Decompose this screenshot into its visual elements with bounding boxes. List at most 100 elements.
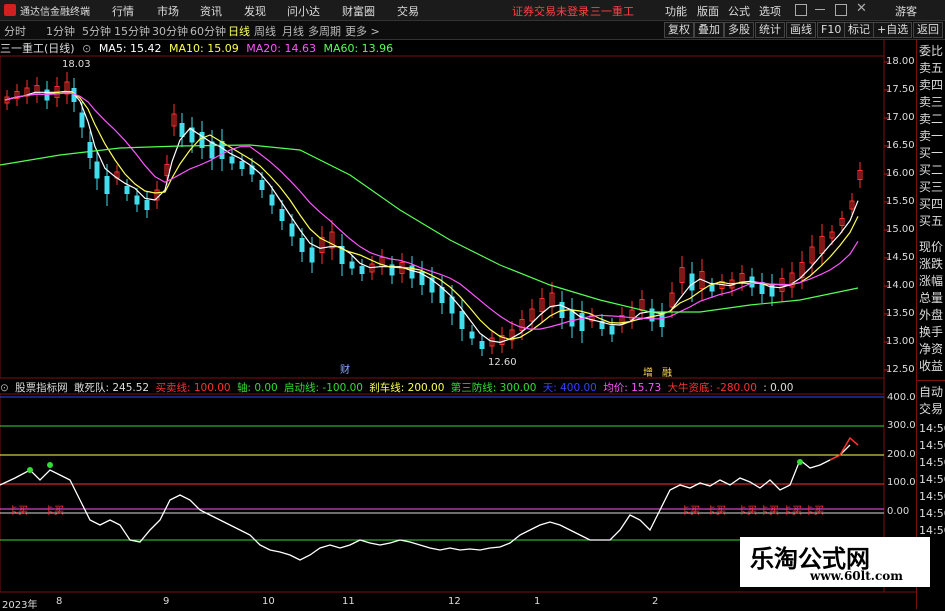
- y-tick-main: 13.00: [886, 336, 915, 347]
- y-tick-main: 13.50: [886, 308, 915, 319]
- ind-item: 启动线: -100.00: [284, 382, 363, 394]
- panel-label: 买一: [919, 146, 944, 160]
- y-tick-main: 16.00: [886, 168, 915, 179]
- panel-trade[interactable]: 交易: [919, 401, 945, 418]
- panel-label: 委比: [919, 44, 944, 58]
- candle-body: [279, 209, 285, 221]
- candle-body: [179, 123, 185, 137]
- panel-time: 14:50: [919, 422, 945, 435]
- candle-body: [229, 156, 235, 164]
- y-tick-ind: 0.00: [887, 506, 910, 517]
- ind-item: 均价: 15.73: [603, 382, 662, 394]
- panel-auto[interactable]: 自动: [919, 384, 945, 401]
- x-tick: 12: [448, 596, 461, 607]
- panel-label: 卖三: [919, 95, 944, 109]
- candle-body: [709, 284, 715, 292]
- candle-body: [609, 325, 615, 335]
- ma5-line: [4, 91, 859, 343]
- buy-line-segment: [829, 436, 859, 461]
- indicator-name[interactable]: 股票指标网: [15, 382, 68, 394]
- panel-label: 买三: [919, 180, 944, 194]
- candle-body: [469, 331, 475, 339]
- ind-item: : 0.00: [763, 382, 794, 394]
- ind-item: 轴: 0.00: [236, 382, 278, 394]
- candle-body: [769, 283, 775, 297]
- watermark-url: www.60lt.com: [810, 569, 903, 583]
- y-tick-main: 14.00: [886, 280, 915, 291]
- candle-body: [359, 266, 365, 274]
- signal-label: 卡买: [759, 506, 779, 517]
- y-tick-main: 16.50: [886, 140, 915, 151]
- marker-finance[interactable]: 财: [340, 361, 350, 376]
- panel-divider: [917, 380, 945, 381]
- signal-label: 卡买: [804, 506, 824, 517]
- main-chart-frame: [0, 55, 885, 379]
- y-tick-main: 17.50: [886, 84, 915, 95]
- candle-body: [94, 161, 100, 179]
- panel-time: 14:50: [919, 490, 945, 503]
- panel-time: 14:50: [919, 439, 945, 452]
- signal-label: 卡买: [44, 506, 64, 517]
- candle-body: [309, 247, 315, 263]
- signal-dot: [47, 462, 53, 468]
- signal-dot: [797, 459, 803, 465]
- candle-body: [87, 142, 93, 158]
- panel-time: 14:50: [919, 473, 945, 486]
- candle-body: [219, 141, 225, 159]
- panel-label: 卖二: [919, 112, 944, 126]
- candle-body: [579, 313, 585, 331]
- signal-label: 卡买: [706, 506, 726, 517]
- x-tick: 10: [262, 596, 275, 607]
- panel-label: 现价: [919, 240, 944, 254]
- y-tick-main: 15.00: [886, 224, 915, 235]
- ind-item: 刹车线: 200.00: [369, 382, 445, 394]
- candle-body: [79, 112, 85, 128]
- panel-label: 外盘: [919, 308, 944, 322]
- x-tick: 1: [534, 596, 541, 607]
- marker-increase[interactable]: 增: [643, 364, 653, 379]
- signal-label: 卡买: [782, 506, 802, 517]
- high-price-label: 18.03: [62, 59, 91, 70]
- signal-label: 卡买: [680, 506, 700, 517]
- panel-label: 收益: [919, 359, 944, 373]
- panel-label: 买四: [919, 197, 944, 211]
- candle-body: [124, 186, 130, 194]
- y-tick-main: 14.50: [886, 252, 915, 263]
- panel-label: 涨幅: [919, 274, 944, 288]
- panel-label: 买二: [919, 163, 944, 177]
- ind-item: 天: 400.00: [542, 382, 597, 394]
- x-tick: 8: [56, 596, 63, 607]
- candle-body: [299, 238, 305, 252]
- panel-time: 14:50: [919, 456, 945, 469]
- indicator-settings-icon[interactable]: ⊙: [0, 382, 9, 394]
- low-price-label: 12.60: [488, 357, 517, 368]
- panel-label: 换手: [919, 325, 944, 339]
- candle-body: [134, 195, 140, 205]
- y-tick-main: 18.00: [886, 56, 915, 67]
- candle-body: [239, 161, 245, 169]
- y-tick-main: 12.50: [886, 364, 915, 375]
- candle-body: [104, 176, 110, 194]
- candle-body: [349, 261, 355, 269]
- signal-label: 卡买: [737, 506, 757, 517]
- panel-label: 净资: [919, 342, 944, 356]
- ind-item: 敢死队: 245.52: [74, 382, 150, 394]
- candle-body: [259, 180, 265, 190]
- signal-dot: [27, 467, 33, 473]
- ind-item: 买卖线: 100.00: [155, 382, 231, 394]
- ind-item: 第三防线: 300.00: [450, 382, 537, 394]
- panel-label: 卖五: [919, 61, 944, 75]
- candle-body: [44, 89, 50, 101]
- candle-body: [209, 141, 215, 159]
- candle-body: [689, 273, 695, 291]
- marker-margin[interactable]: 融: [662, 364, 672, 379]
- panel-label: 总量: [919, 291, 944, 305]
- candle-body: [269, 194, 275, 206]
- kline-chart[interactable]: [0, 0, 945, 609]
- ind-item: 大牛资底: -280.00: [667, 382, 757, 394]
- signal-label: 卡买: [8, 506, 28, 517]
- candle-body: [144, 200, 150, 210]
- candle-body: [659, 313, 665, 327]
- panel-time: 14:50: [919, 507, 945, 520]
- ma60-line: [0, 144, 859, 313]
